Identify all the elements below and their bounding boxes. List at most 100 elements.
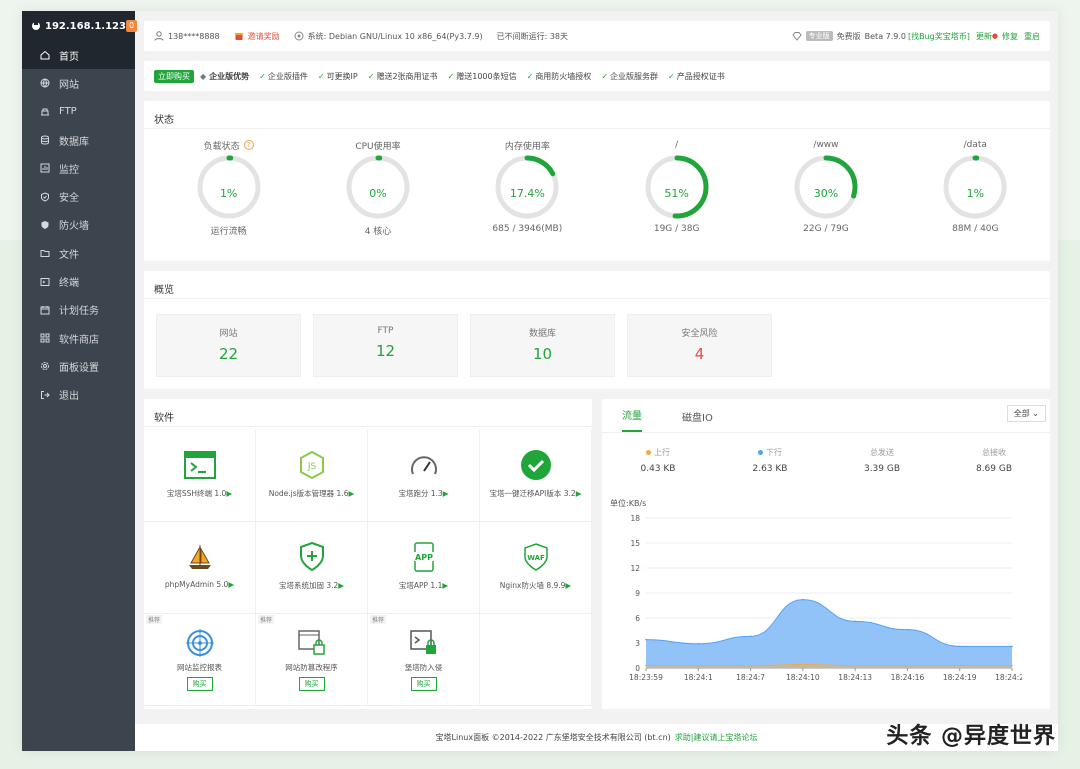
server-ip: 192.168.1.123 — [45, 20, 126, 32]
sidebar-item-8[interactable]: 终端 — [22, 267, 135, 295]
check-icon: ✓ — [668, 71, 675, 81]
sidebar-item-1[interactable]: 网站 — [22, 69, 135, 97]
software-item[interactable]: 宝塔SSH终端 1.0▶ — [144, 430, 256, 522]
ftp-icon — [39, 106, 51, 118]
play-arrow-icon[interactable]: ▶ — [338, 581, 344, 590]
sidebar-item-9[interactable]: 计划任务 — [22, 296, 135, 324]
status-gauge[interactable]: 内存使用率 17.4% 685 / 3946(MB) — [453, 129, 602, 237]
software-item[interactable]: 推荐 网站防篡改程序 购买 — [256, 614, 368, 706]
edition-label: 免费版 — [836, 31, 861, 41]
software-item[interactable]: APP 宝塔APP 1.1▶ — [368, 522, 480, 614]
gauge-subtext: 88M / 40G — [952, 224, 999, 234]
help-icon[interactable]: ? — [243, 140, 254, 150]
sidebar-item-label: 面板设置 — [59, 362, 99, 374]
play-arrow-icon[interactable]: ▶ — [348, 489, 354, 498]
buy-now-button[interactable]: 立即购买 — [154, 69, 194, 83]
sidebar-item-7[interactable]: 文件 — [22, 239, 135, 267]
software-name: 宝塔APP 1.1 — [398, 581, 443, 590]
play-arrow-icon[interactable]: ▶ — [226, 489, 232, 498]
overview-label: 安全风险 — [681, 329, 718, 339]
status-gauge[interactable]: 负载状态? 1% 运行流畅 — [154, 129, 303, 237]
play-arrow-icon[interactable]: ▶ — [565, 581, 571, 590]
traffic-chart: 单位:KB/s 0 3 6 9 12 15 18 18:23:59 18:24:1 18:24:7 1… — [610, 498, 1029, 682]
tab-disk-io[interactable]: 磁盘IO — [682, 409, 713, 432]
sidebar: 192.168.1.123 0 首页 网站 FTP 数据库 监控 安全 防火墙文件终端 计划任… — [22, 11, 138, 751]
overview-box[interactable]: 网站 22 — [156, 314, 301, 377]
software-item[interactable]: WAF Nginx防火墙 8.9.9▶ — [480, 522, 592, 614]
svg-text:APP: APP — [415, 553, 433, 562]
overview-label: 数据库 — [528, 329, 556, 339]
play-arrow-icon[interactable]: ▶ — [576, 489, 582, 498]
software-item[interactable]: 推荐 堡塔防入侵 购买 — [368, 614, 480, 706]
gauge-title: 内存使用率 — [504, 141, 550, 152]
sidebar-item-11[interactable]: 面板设置 — [22, 352, 135, 380]
sidebar-item-2[interactable]: FTP — [22, 98, 135, 126]
play-arrow-icon[interactable]: ▶ — [228, 580, 234, 589]
traffic-stat: 下行 2.63 KB — [714, 447, 826, 474]
pro-badge[interactable]: 专业版 — [805, 31, 833, 41]
gauge-subtext: 22G / 79G — [803, 224, 849, 234]
sidebar-item-12[interactable]: 退出 — [22, 381, 135, 409]
buy-button[interactable]: 购买 — [186, 677, 213, 691]
stat-value: 8.69 GB — [975, 464, 1013, 474]
version-label: Beta 7.9.0 — [864, 31, 906, 41]
x-tick-label: 18:23:59 — [629, 673, 663, 682]
software-item[interactable]: 宝塔一键迁移API版本 3.2▶ — [480, 430, 592, 522]
logout-icon — [39, 389, 51, 401]
gauge-subtext: 19G / 38G — [653, 224, 700, 234]
y-tick-label: 0 — [635, 664, 640, 673]
tab-traffic[interactable]: 流量 — [622, 407, 642, 432]
nodejs-icon: JS — [256, 448, 367, 482]
sidebar-item-10[interactable]: 软件商店 — [22, 324, 135, 352]
promo-feature: ✓ 企业版服务群 — [601, 71, 659, 81]
sailboat-icon — [144, 540, 255, 574]
shield-icon — [39, 191, 51, 203]
traffic-stat: 上行 0.43 KB — [602, 447, 714, 474]
svg-text:WAF: WAF — [527, 554, 545, 562]
status-gauge[interactable]: CPU使用率 0% 4 核心 — [303, 129, 452, 237]
sidebar-item-6[interactable]: 防火墙 — [22, 211, 135, 239]
update-link[interactable]: 更新 — [976, 31, 992, 42]
data-point — [749, 664, 752, 667]
overview-panel: 概览 网站 22 FTP 12 数据库 10 安全风险 4 — [144, 271, 1050, 389]
notification-badge[interactable]: 0 — [125, 20, 138, 32]
system-info: 系统: Debian GNU/Linux 10 x86_64(Py3.7.9) — [307, 31, 483, 41]
repair-link[interactable]: 修复 — [1002, 31, 1018, 42]
check-icon: ✓ — [259, 71, 266, 81]
status-gauge[interactable]: /www 30% 22G / 79G — [751, 129, 900, 237]
data-point — [697, 664, 700, 667]
software-item[interactable]: JS Node.js版本管理器 1.6▶ — [256, 430, 368, 522]
forum-link[interactable]: 求助|建议请上宝塔论坛 — [675, 732, 758, 743]
stat-value: 3.39 GB — [863, 464, 901, 474]
play-arrow-icon[interactable]: ▶ — [442, 581, 448, 590]
play-arrow-icon[interactable]: ▶ — [443, 489, 449, 498]
sidebar-item-4[interactable]: 监控 — [22, 154, 135, 182]
sidebar-item-label: FTP — [59, 106, 77, 118]
overview-box[interactable]: 数据库 10 — [470, 314, 615, 377]
stat-label: 总发送 — [870, 448, 894, 457]
bug-reward-link[interactable]: [找Bug奖宝塔币] — [908, 31, 970, 42]
user-account[interactable]: 138****8888 — [168, 32, 220, 41]
gauge-title: /www — [813, 140, 839, 150]
overview-box[interactable]: FTP 12 — [313, 314, 458, 377]
software-item[interactable]: phpMyAdmin 5.0▶ — [144, 522, 256, 614]
restart-link[interactable]: 重启 — [1024, 31, 1040, 42]
invite-reward-link[interactable]: 邀请奖励 — [248, 31, 280, 42]
sidebar-item-0[interactable]: 首页 — [22, 41, 135, 70]
buy-button[interactable]: 购买 — [410, 677, 437, 691]
sidebar-item-3[interactable]: 数据库 — [22, 126, 135, 154]
data-point — [906, 628, 909, 631]
sidebar-item-label: 文件 — [59, 249, 79, 261]
status-gauge[interactable]: /data 1% 88M / 40G — [901, 129, 1050, 237]
sidebar-item-5[interactable]: 安全 — [22, 182, 135, 210]
interface-select[interactable]: 全部 ⌄ — [1006, 405, 1046, 422]
status-gauge[interactable]: / 51% 19G / 38G — [602, 129, 751, 237]
x-tick-label: 18:24:13 — [838, 673, 872, 682]
software-item[interactable]: 宝塔跑分 1.3▶ — [368, 430, 480, 522]
chart-unit-label: 单位:KB/s — [610, 498, 646, 508]
overview-box[interactable]: 安全风险 4 — [627, 314, 772, 377]
stat-label: 上行 — [654, 448, 670, 457]
buy-button[interactable]: 购买 — [298, 677, 325, 691]
software-item[interactable]: 推荐 网站监控报表 购买 — [144, 614, 256, 706]
software-item[interactable]: 宝塔系统加固 3.2▶ — [256, 522, 368, 614]
